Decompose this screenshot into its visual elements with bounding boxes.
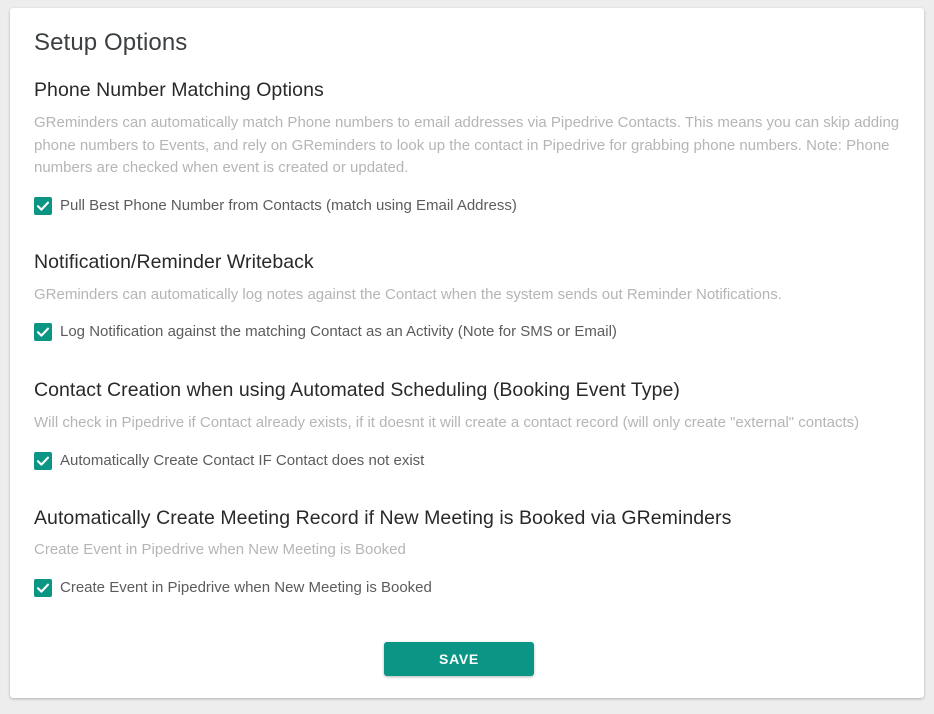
section-description: GReminders can automatically match Phone… [34,113,900,177]
check-icon [36,456,50,466]
check-icon [36,583,50,593]
section-create-meeting-record: Automatically Create Meeting Record if N… [34,506,900,597]
checkbox-row-auto-create-contact[interactable]: Automatically Create Contact IF Contact … [34,451,900,470]
checkbox-row-log-notification[interactable]: Log Notification against the matching Co… [34,323,900,342]
section-contact-creation: Contact Creation when using Automated Sc… [34,378,900,470]
checkbox-label: Pull Best Phone Number from Contacts (ma… [60,197,517,215]
section-phone-number-matching: Phone Number Matching Options GReminders… [34,78,900,216]
checkbox-auto-create-contact[interactable] [34,451,52,470]
setup-options-card: Setup Options Phone Number Matching Opti… [10,8,924,698]
section-heading: Notification/Reminder Writeback [34,251,314,274]
checkbox-row-pull-best-phone-number[interactable]: Pull Best Phone Number from Contacts (ma… [34,197,900,216]
checkbox-row-create-event-pipedrive[interactable]: Create Event in Pipedrive when New Meeti… [34,578,900,597]
section-heading: Phone Number Matching Options [34,79,324,102]
check-icon [36,327,50,337]
section-description: GReminders can automatically log notes a… [34,285,782,303]
checkbox-label: Create Event in Pipedrive when New Meeti… [60,578,432,596]
checkbox-log-notification[interactable] [34,323,52,342]
checkbox-label: Automatically Create Contact IF Contact … [60,451,425,469]
checkbox-pull-best-phone-number[interactable] [34,197,52,216]
check-icon [36,201,50,211]
section-heading: Automatically Create Meeting Record if N… [34,506,732,529]
page-title: Setup Options [34,29,188,56]
section-description: Will check in Pipedrive if Contact alrea… [34,413,860,431]
checkbox-label: Log Notification against the matching Co… [60,323,617,341]
save-button[interactable]: SAVE [384,641,534,676]
save-button-container: SAVE [26,641,900,676]
section-heading: Contact Creation when using Automated Sc… [34,379,680,402]
checkbox-create-event-pipedrive[interactable] [34,578,52,597]
section-description: Create Event in Pipedrive when New Meeti… [34,540,406,558]
card-content: Setup Options Phone Number Matching Opti… [10,8,924,676]
section-notification-writeback: Notification/Reminder Writeback GReminde… [34,250,900,342]
